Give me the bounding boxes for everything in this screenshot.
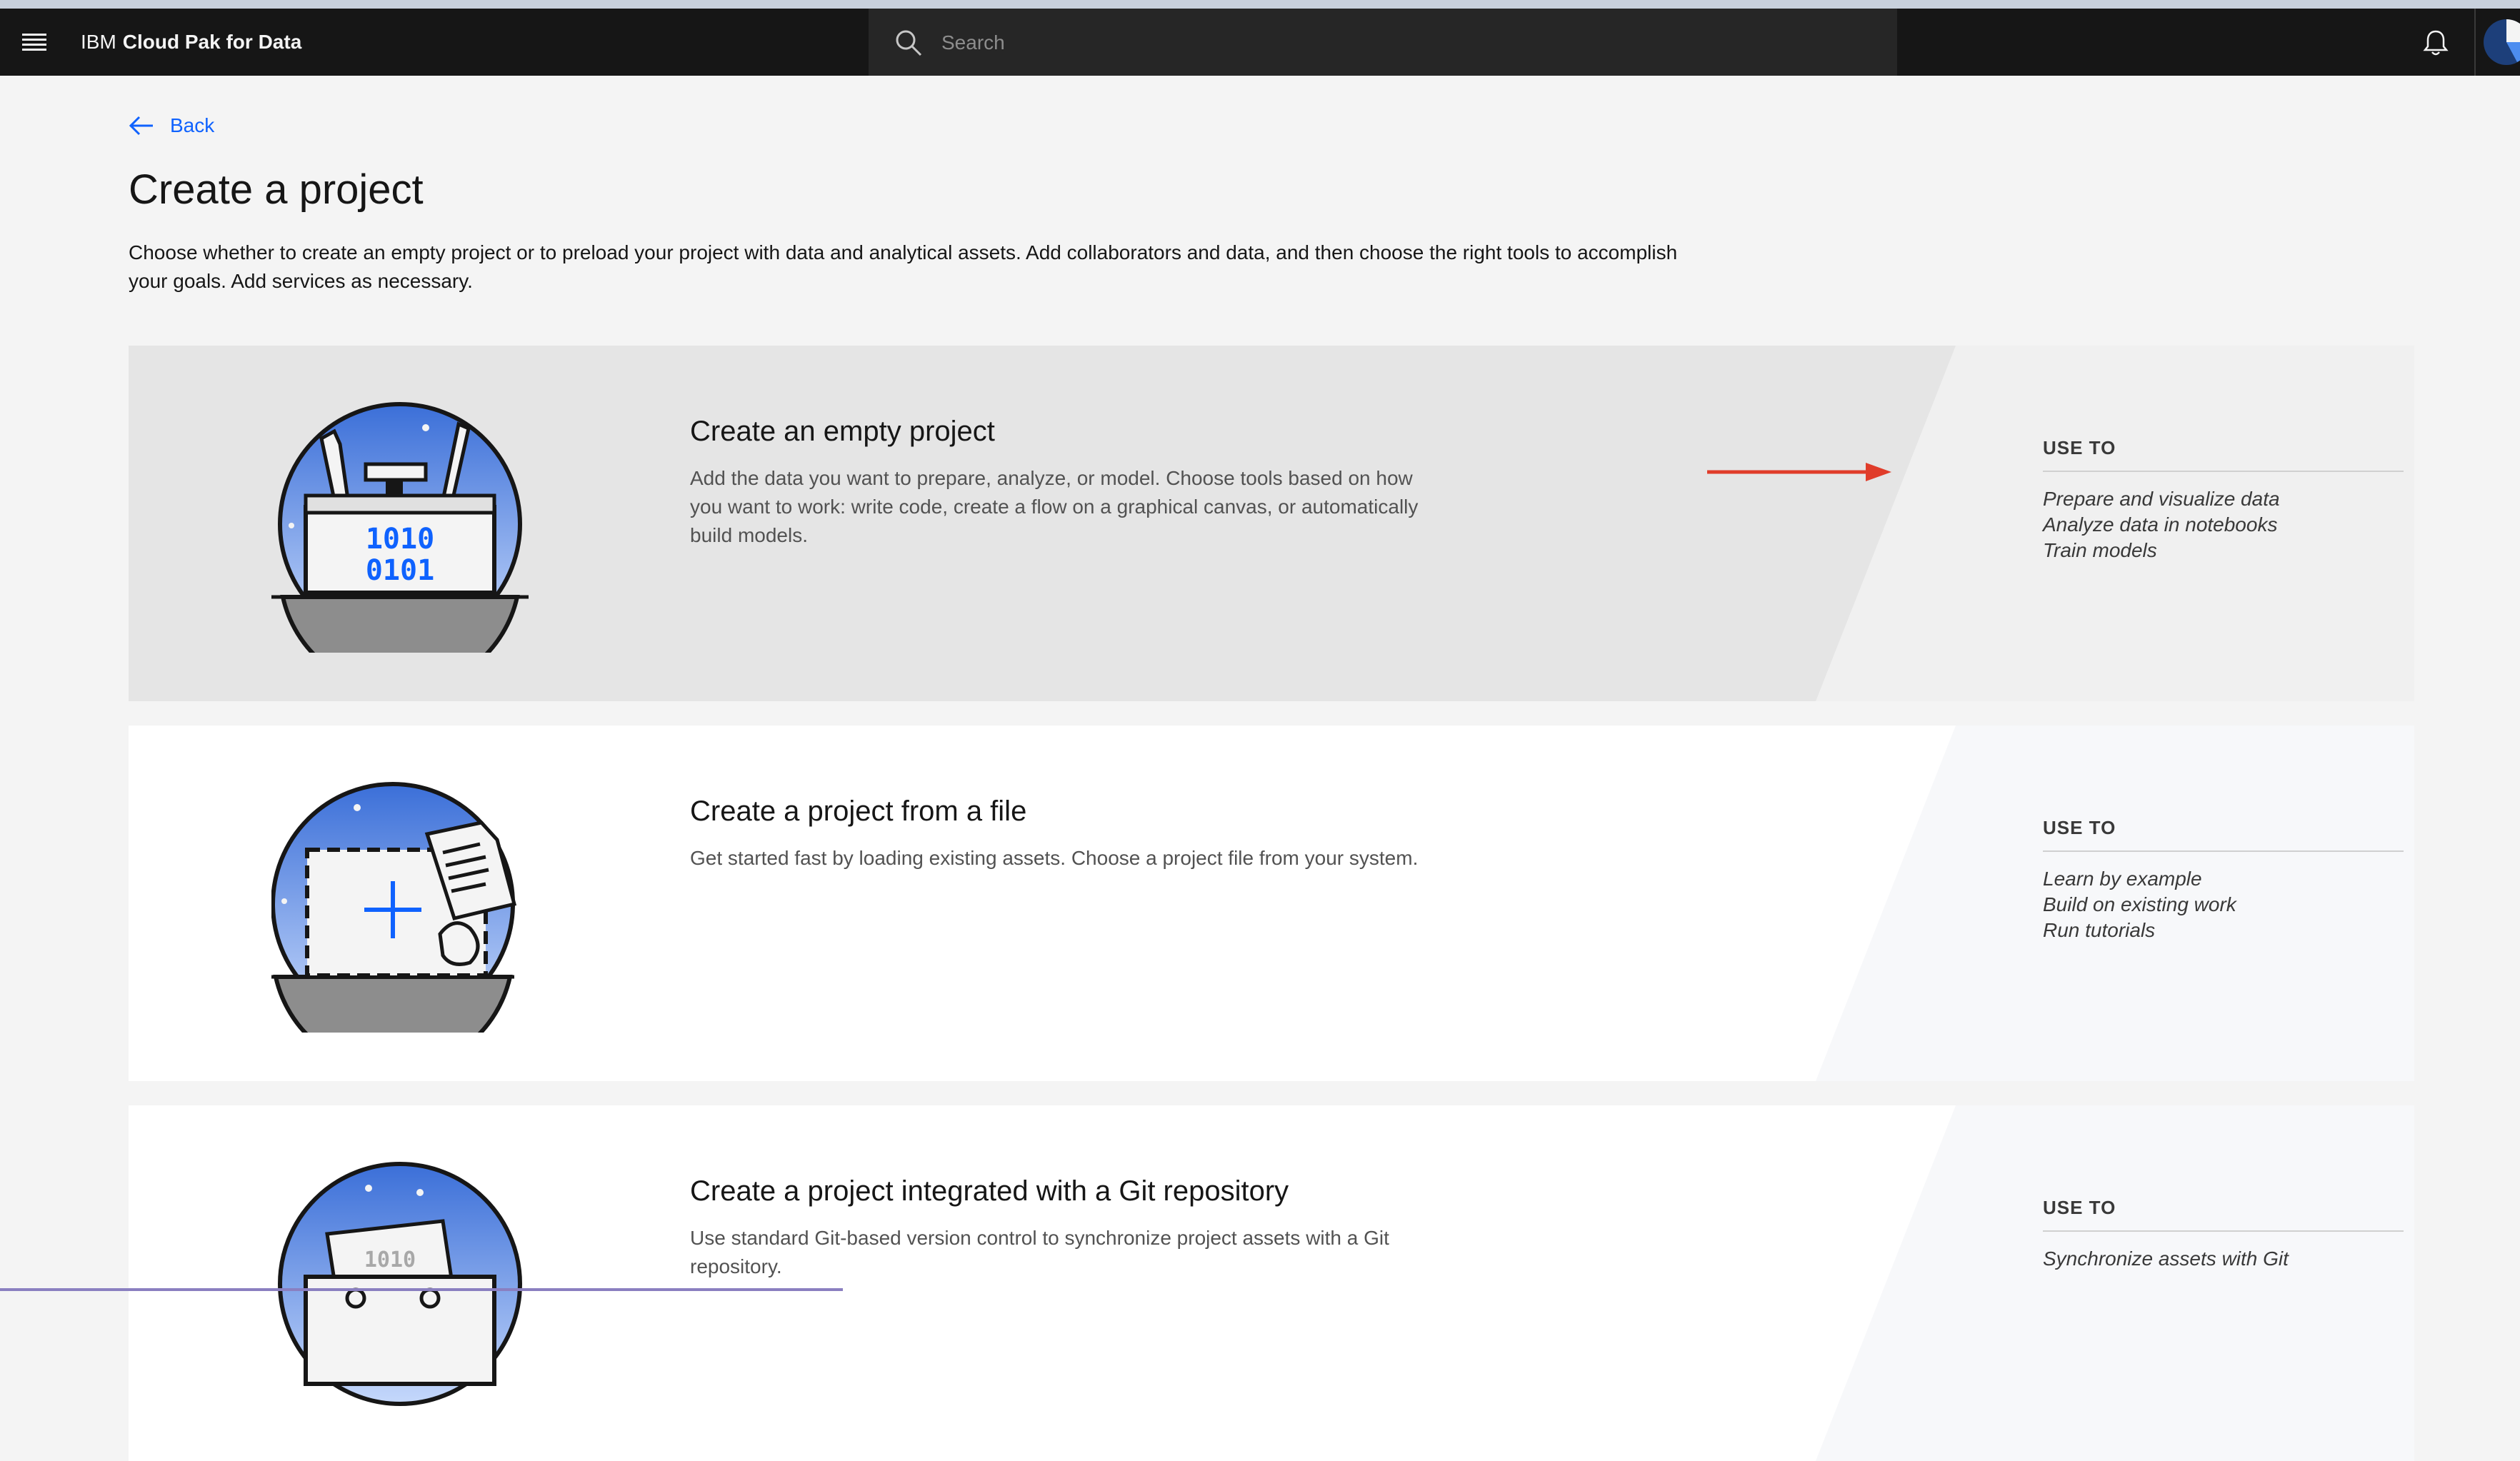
card-empty-project[interactable]: 1010 0101 Create an empty project Add th… <box>129 346 2414 701</box>
use-to-section: USE TO Learn by example Build on existin… <box>2043 817 2414 943</box>
use-to-label: USE TO <box>2043 1197 2404 1232</box>
illustration-binary-1: 1010 <box>366 523 434 556</box>
use-to-item: Prepare and visualize data <box>2043 488 2280 510</box>
toolbox-illustration: 1010 0101 <box>271 402 529 653</box>
header-divider <box>2474 9 2476 76</box>
use-to-item: Learn by example <box>2043 868 2202 890</box>
use-to-item: Run tutorials <box>2043 919 2156 941</box>
use-to-list: Learn by example Build on existing work … <box>2043 866 2414 943</box>
search-icon <box>896 30 922 56</box>
global-search <box>869 9 1897 76</box>
use-to-item: Synchronize assets with Git <box>2043 1247 2289 1270</box>
card-project-from-file[interactable]: Create a project from a file Get started… <box>129 726 2414 1081</box>
file-upload-illustration <box>271 782 517 1033</box>
card-description: Add the data you want to prepare, analyz… <box>690 467 1419 546</box>
back-label: Back <box>170 114 215 136</box>
card-description: Get started fast by loading existing ass… <box>690 847 1419 869</box>
top-header: IBM Cloud Pak for Data <box>0 9 2520 76</box>
card-description: Use standard Git-based version control t… <box>690 1227 1389 1277</box>
page-description: Choose whether to create an empty projec… <box>129 241 1678 292</box>
back-link[interactable]: Back <box>129 114 214 137</box>
annotation-arrow-icon <box>1707 463 1891 481</box>
card-project-git-repo[interactable]: 1010 Create a project integrated with a … <box>129 1105 2414 1461</box>
card-title: Create a project integrated with a Git r… <box>690 1175 1289 1207</box>
use-to-label: USE TO <box>2043 437 2404 472</box>
use-to-section: USE TO Prepare and visualize data Analyz… <box>2043 437 2414 563</box>
notification-bell-icon[interactable] <box>2420 27 2451 59</box>
bottom-edge-strip <box>0 1288 843 1291</box>
use-to-section: USE TO Synchronize assets with Git <box>2043 1197 2414 1272</box>
user-avatar-icon[interactable] <box>2481 17 2520 67</box>
use-to-list: Prepare and visualize data Analyze data … <box>2043 486 2414 563</box>
hamburger-menu-icon[interactable] <box>16 24 53 60</box>
illustration-binary: 1010 <box>364 1247 416 1272</box>
git-folder-illustration: 1010 <box>278 1162 522 1406</box>
brand-prefix: IBM <box>81 31 116 53</box>
product-name: Cloud Pak for Data <box>122 31 302 53</box>
card-title: Create a project from a file <box>690 795 1027 827</box>
page-title: Create a project <box>129 166 424 213</box>
use-to-item: Train models <box>2043 539 2157 561</box>
illustration-binary-2: 0101 <box>366 554 434 587</box>
card-title: Create an empty project <box>690 416 995 447</box>
product-brand[interactable]: IBM Cloud Pak for Data <box>81 9 301 76</box>
use-to-label: USE TO <box>2043 817 2404 852</box>
use-to-list: Synchronize assets with Git <box>2043 1246 2414 1272</box>
arrow-left-icon <box>129 116 153 136</box>
use-to-item: Build on existing work <box>2043 893 2236 915</box>
search-input[interactable] <box>940 24 1871 61</box>
window-top-strip <box>0 0 2520 9</box>
use-to-item: Analyze data in notebooks <box>2043 513 2278 536</box>
